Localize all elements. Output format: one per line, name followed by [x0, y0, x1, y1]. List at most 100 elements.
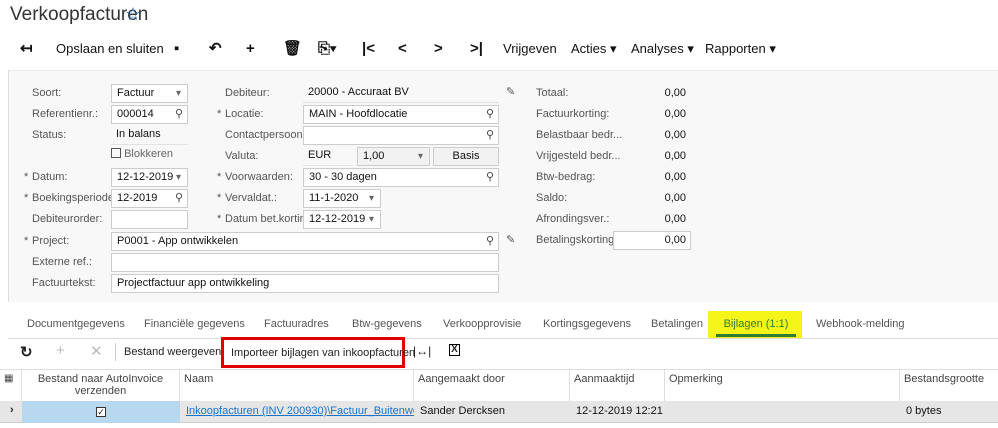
search-icon[interactable]: ⚲ — [175, 106, 183, 123]
size-cell: 0 bytes — [906, 405, 942, 417]
tab-betalingen[interactable]: Betalingen — [651, 318, 703, 330]
disc-label: Datum bet.korting: — [217, 210, 315, 228]
tab-webhook-melding[interactable]: Webhook-melding — [816, 318, 904, 330]
last-icon[interactable]: >| — [470, 38, 483, 60]
base-button[interactable]: Basis — [433, 147, 499, 166]
search-icon[interactable]: ⚲ — [486, 106, 494, 123]
first-icon[interactable]: |< — [362, 38, 375, 60]
column-settings-icon[interactable]: ▦ — [0, 370, 22, 401]
checkbox-icon[interactable] — [111, 148, 121, 158]
block-label: Blokkeren — [124, 148, 173, 160]
total-label: Afrondingsver.: — [536, 213, 610, 225]
tab-factuuradres[interactable]: Factuuradres — [264, 318, 329, 330]
add-icon[interactable]: + — [246, 38, 255, 60]
tab-kortingsgegevens[interactable]: Kortingsgegevens — [543, 318, 631, 330]
back-icon[interactable]: ↤ — [20, 38, 33, 60]
created-by-cell: Sander Dercksen — [420, 405, 505, 417]
project-input[interactable]: P0001 - App ontwikkelen ⚲ — [111, 232, 499, 251]
col-created-time[interactable]: Aanmaaktijd — [570, 370, 665, 401]
import-attachments-button[interactable]: Importeer bijlagen van inkoopfacturen — [221, 337, 415, 368]
delete-row-icon[interactable]: ✕ — [90, 342, 103, 360]
tab-documentgegevens[interactable]: Documentgegevens — [27, 318, 125, 330]
created-time-cell: 12-12-2019 12:21 — [576, 405, 663, 417]
project-value: P0001 - App ontwikkelen — [117, 235, 239, 247]
add-row-icon[interactable]: + — [56, 342, 65, 359]
copy-paste-icon[interactable]: ⎘▾ — [318, 38, 336, 60]
extref-input[interactable] — [111, 253, 499, 272]
total-value: 0,00 — [664, 213, 686, 225]
search-icon[interactable]: ⚲ — [486, 233, 494, 250]
total-value: 0,00 — [664, 150, 686, 162]
rate-select[interactable]: 1,00 — [357, 147, 430, 166]
col-created-by[interactable]: Aangemaakt door — [414, 370, 570, 401]
reports-menu[interactable]: Rapporten ▾ — [705, 38, 776, 60]
checkmark-icon[interactable]: ✓ — [96, 407, 106, 417]
actions-menu[interactable]: Acties ▾ — [571, 38, 617, 60]
col-autoinvoice[interactable]: Bestand naar AutoInvoice verzenden — [22, 370, 180, 401]
order-input[interactable] — [111, 210, 188, 229]
note-cell — [665, 401, 671, 421]
ref-input[interactable]: 000014 ⚲ — [111, 105, 188, 124]
debtor-label: Debiteur: — [225, 87, 270, 99]
search-icon[interactable]: ⚲ — [175, 190, 183, 207]
terms-label: Voorwaarden: — [217, 168, 293, 186]
analyses-menu[interactable]: Analyses ▾ — [631, 38, 694, 60]
tab-btw-gegevens[interactable]: Btw-gegevens — [352, 318, 422, 330]
view-file-button[interactable]: Bestand weergeven — [124, 346, 221, 358]
order-label: Debiteurorder: — [32, 213, 103, 225]
text-input[interactable]: Projectfactuur app ontwikkeling — [111, 274, 499, 293]
search-icon[interactable]: ⚲ — [486, 169, 494, 186]
datum-label: Datum: — [24, 168, 68, 186]
total-value: 0,00 — [664, 192, 686, 204]
delete-icon[interactable]: 🗑 — [283, 38, 302, 60]
location-input[interactable]: MAIN - Hoofdlocatie ⚲ — [303, 105, 499, 124]
excel-export-icon[interactable]: X — [449, 344, 460, 356]
divider — [115, 343, 116, 361]
total-label: Betalingskorting: — [536, 234, 618, 246]
edit-pencil-icon[interactable]: ✎ — [506, 85, 515, 98]
table-row[interactable]: › ✓ Inkoopfacturen (INV 200930)\Factuur_… — [0, 401, 998, 423]
total-label: Btw-bedrag: — [536, 171, 596, 183]
period-value: 12-2019 — [117, 192, 158, 204]
edit-pencil-icon[interactable]: ✎ — [506, 233, 515, 246]
period-input[interactable]: 12-2019 ⚲ — [111, 189, 188, 208]
next-icon[interactable]: > — [434, 38, 443, 60]
disc-input[interactable]: 12-12-2019 — [303, 210, 381, 229]
fit-columns-icon[interactable]: |↔| — [413, 344, 431, 358]
tab-verkoopprovisie[interactable]: Verkoopprovisie — [443, 318, 521, 330]
undo-icon[interactable]: ↶ — [209, 38, 222, 60]
terms-input[interactable]: 30 - 30 dagen ⚲ — [303, 168, 499, 187]
block-checkbox[interactable]: Blokkeren — [111, 145, 173, 163]
search-icon[interactable]: ⚲ — [486, 127, 494, 144]
file-link[interactable]: Inkoopfacturen (INV 200930)\Factuur_Buit… — [180, 401, 414, 421]
soort-select[interactable]: Factuur — [111, 84, 188, 103]
status-label: Status: — [32, 129, 67, 141]
payment-discount-input[interactable]: 0,00 — [613, 231, 691, 250]
tab-financi-le-gegevens[interactable]: Financiële gegevens — [144, 318, 245, 330]
location-label: Locatie: — [217, 105, 263, 123]
divider — [8, 338, 998, 339]
release-button[interactable]: Vrijgeven — [503, 38, 557, 60]
contact-input[interactable]: ⚲ — [303, 126, 499, 145]
tab-bijlagen-1-1[interactable]: Bijlagen (1:1) — [716, 318, 796, 337]
col-name[interactable]: Naam — [180, 370, 414, 401]
total-value: 0,00 — [664, 108, 686, 120]
row-selector-icon[interactable]: › — [10, 404, 14, 416]
contact-label: Contactpersoon: — [225, 129, 306, 141]
location-value: MAIN - Hoofdlocatie — [309, 108, 408, 120]
save-icon[interactable]: ▪ — [174, 38, 179, 60]
favorite-star-icon[interactable]: ☆ — [125, 4, 141, 25]
terms-value: 30 - 30 dagen — [309, 171, 377, 183]
previous-icon[interactable]: < — [398, 38, 407, 60]
datum-input[interactable]: 12-12-2019 — [111, 168, 188, 187]
project-label: Project: — [24, 232, 69, 250]
col-note[interactable]: Opmerking — [665, 370, 900, 401]
col-size[interactable]: Bestandsgrootte — [900, 370, 998, 401]
due-input[interactable]: 11-1-2020 — [303, 189, 381, 208]
total-label: Saldo: — [536, 192, 568, 204]
soort-label: Soort: — [32, 87, 62, 99]
save-close-button[interactable]: Opslaan en sluiten — [56, 38, 164, 60]
total-value: 0,00 — [664, 87, 686, 99]
autoinvoice-checkbox[interactable]: ✓ — [22, 401, 180, 423]
refresh-icon[interactable]: ↻ — [20, 343, 33, 361]
